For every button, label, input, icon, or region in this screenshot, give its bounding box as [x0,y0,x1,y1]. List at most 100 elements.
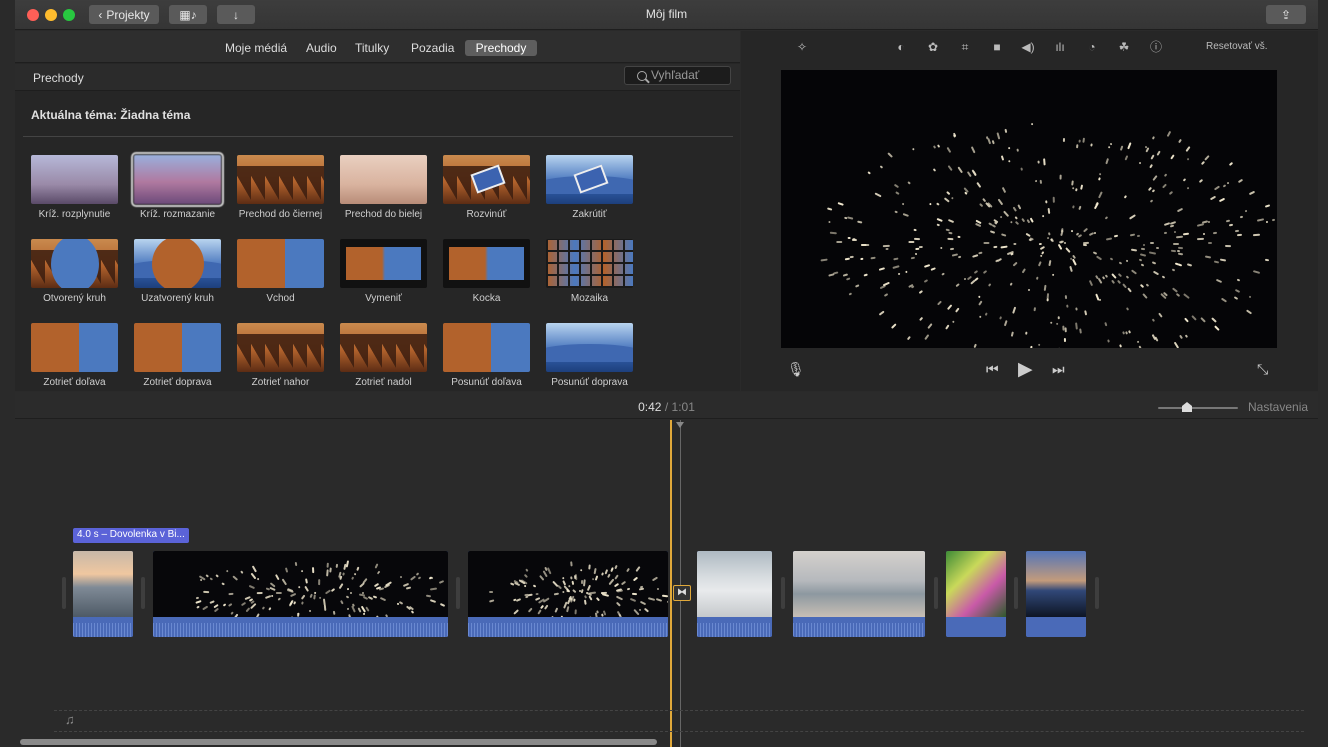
clip-handle[interactable] [781,577,785,609]
microphone-icon[interactable]: 🎙︎ [787,361,805,378]
transition-item[interactable]: Vchod [229,239,332,304]
clip-handle[interactable] [456,577,460,609]
firework-spark [1037,160,1040,164]
transition-item[interactable]: Zotrieť doprava [126,323,229,388]
waves-clip[interactable] [697,551,772,637]
firework-spark [1012,261,1018,266]
playhead[interactable] [670,420,672,747]
transition-thumbnail [546,239,633,288]
firework-spark [1109,257,1114,261]
firework-spark [1000,232,1007,237]
firework-spark [1124,154,1129,161]
transition-item[interactable]: Prechod do bielej [332,155,435,220]
clip-handle[interactable] [141,577,145,609]
firework-spark [1003,211,1010,218]
transition-item[interactable]: Vymeniť [332,239,435,304]
party-clip[interactable] [946,551,1006,637]
speed-icon[interactable]: ◔ [1085,40,1099,54]
firework-spark [1117,279,1122,285]
firework-spark [614,574,620,580]
magic-wand-icon[interactable]: ✧ [795,40,809,54]
transition-item[interactable]: Mozaika [538,239,641,304]
firework-spark [866,243,870,247]
firework-spark [897,272,901,276]
skip-forward-icon[interactable]: ⏭︎ [1052,361,1065,378]
reset-all-button[interactable]: Resetovať vš. [1206,41,1268,52]
firework-spark [1037,261,1042,268]
horizontal-scrollbar[interactable] [20,739,657,745]
transition-item[interactable]: Otvorený kruh [23,239,126,304]
firework-spark [973,343,978,348]
firework-spark [288,600,293,606]
tab-my-media[interactable]: Moje médiá [215,40,297,56]
firework-spark [1140,247,1146,250]
transition-item[interactable]: Kríž. rozplynutie [23,155,126,220]
skip-back-icon[interactable]: ⏮︎ [986,361,999,378]
firework-spark [1062,138,1065,143]
transition-label: Prechod do čiernej [238,209,323,220]
zoom-slider[interactable] [1158,407,1238,409]
section-title: Prechody [33,71,84,85]
firework-spark [583,579,587,587]
firework-spark [1215,278,1223,284]
clip-handle[interactable] [1014,577,1018,609]
tab-audio[interactable]: Audio [296,40,347,56]
clip-video [946,551,1006,617]
firework-spark [848,292,853,296]
transition-item[interactable]: Zotrieť nahor [229,323,332,388]
sea-clip[interactable] [793,551,925,637]
info-icon[interactable]: ⓘ [1149,40,1163,54]
firework-spark [593,567,597,574]
clip-audio [793,617,925,637]
volume-icon[interactable]: ◀) [1021,40,1035,54]
tab-backgrounds[interactable]: Pozadia [401,40,464,56]
transition-item[interactable]: Kocka [435,239,538,304]
color-balance-icon[interactable]: ◐ [894,40,908,54]
firework-spark [928,202,932,206]
clip-handle[interactable] [934,577,938,609]
transition-item[interactable]: Rozvinúť [435,155,538,220]
transition-item[interactable]: Uzatvorený kruh [126,239,229,304]
transition-item[interactable]: Posunúť doprava [538,323,641,388]
fullscreen-icon[interactable]: ⤡ [1257,361,1268,378]
clip-handle[interactable] [1095,577,1099,609]
transition-item[interactable]: Zakrútiť [538,155,641,220]
crop-icon[interactable]: ⌗ [958,40,972,54]
transition-item[interactable]: Prechod do čiernej [229,155,332,220]
play-icon[interactable]: ▶ [1018,358,1033,381]
firework-spark [1157,312,1163,318]
firework-spark [1007,159,1011,163]
tab-titles[interactable]: Titulky [345,40,399,56]
clip-handle[interactable] [62,577,66,609]
transition-item[interactable]: Posunúť doľava [435,323,538,388]
stabilization-icon[interactable]: ■ [990,40,1004,54]
firework-spark [1048,232,1052,236]
transition-marker[interactable]: ⧓ [673,585,691,601]
firework-spark [935,202,940,207]
transition-item[interactable]: Zotrieť doľava [23,323,126,388]
firework-spark [947,231,953,235]
transition-item[interactable]: Zotrieť nadol [332,323,435,388]
transition-item[interactable]: Kríž. rozmazanie [126,152,229,220]
firework-spark [1211,317,1218,324]
tab-transitions[interactable]: Prechody [465,40,537,56]
firework-spark [1225,219,1230,223]
firework-spark [1109,142,1113,145]
fireworks-clip-1[interactable] [153,551,448,637]
transition-thumbnail [131,152,224,207]
search-input[interactable]: Vyhľadať [624,66,731,85]
firework-spark [607,573,611,578]
beach-clip[interactable] [73,551,133,637]
filter-icon[interactable]: ☘ [1117,40,1131,54]
background-music-well[interactable] [54,710,1304,732]
color-palette-icon[interactable]: ✿ [926,40,940,54]
transition-thumbnail [31,323,118,372]
firework-spark [1071,186,1075,190]
firework-spark [293,600,297,605]
settings-button[interactable]: Nastavenia [1248,400,1308,414]
firework-spark [1200,317,1207,324]
share-button[interactable]: ⇪ [1266,5,1306,24]
sunset-clip[interactable] [1026,551,1086,637]
equalizer-icon[interactable]: ılı [1053,40,1067,54]
fireworks-clip-2[interactable] [468,551,668,637]
